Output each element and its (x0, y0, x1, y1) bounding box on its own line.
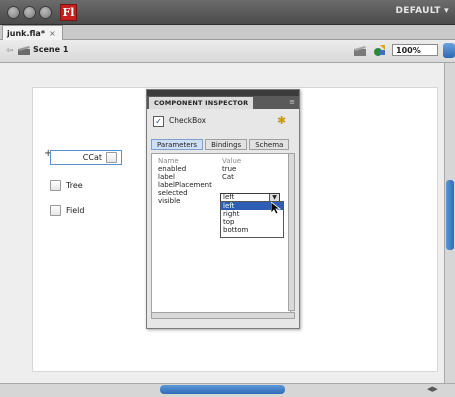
panel-tab-row: COMPONENT INSPECTOR ≡ (147, 96, 299, 109)
panel-title-tab[interactable]: COMPONENT INSPECTOR (149, 97, 254, 109)
edit-scene-icon[interactable] (354, 45, 366, 56)
stage-checkbox[interactable]: Field (50, 205, 84, 216)
inspector-tabs: Parameters Bindings Schema (151, 139, 295, 150)
param-name: labelPlacement (158, 181, 212, 189)
param-name: selected (158, 189, 188, 197)
param-name: visible (158, 197, 181, 205)
checkbox-box (50, 205, 61, 216)
stage-checkbox-label: Field (66, 206, 85, 215)
checkbox-box (50, 180, 61, 191)
param-name: enabled (158, 165, 187, 173)
edit-symbols-icon[interactable] (373, 44, 386, 57)
tab-bindings[interactable]: Bindings (205, 139, 248, 150)
back-arrow-icon[interactable]: ⇦ (6, 46, 14, 56)
minimize-window-button[interactable] (23, 6, 36, 19)
app-logo-icon: Fl (60, 4, 77, 21)
scene-label[interactable]: Scene 1 (33, 45, 68, 54)
stage-checkbox-selected[interactable]: CCat (50, 150, 122, 165)
edit-bar: ⇦ Scene 1 100% (0, 40, 455, 63)
panel-menu-icon[interactable]: ≡ (289, 98, 295, 106)
stage-checkbox-label: Tree (66, 181, 83, 190)
stage-checkbox-label: CCat (82, 153, 102, 162)
clapperboard-icon (18, 46, 30, 55)
option-bottom[interactable]: bottom (221, 226, 283, 234)
tab-schema[interactable]: Schema (249, 139, 290, 150)
zoom-dropdown-button[interactable] (443, 43, 455, 58)
document-tab-strip: junk.fla* × (0, 25, 455, 40)
stage-checkbox[interactable]: Tree (50, 180, 83, 191)
component-icon: ✱ (277, 114, 287, 127)
close-tab-icon[interactable]: × (49, 29, 56, 38)
table-horizontal-scrollbar[interactable] (151, 312, 295, 319)
chevron-down-icon[interactable]: ▼ (269, 194, 279, 201)
horizontal-scroll-thumb[interactable] (160, 385, 285, 394)
param-name: label (158, 173, 175, 181)
vertical-scroll-thumb[interactable] (446, 180, 454, 250)
close-window-button[interactable] (7, 6, 20, 19)
column-header-value: Value (222, 157, 242, 165)
workspace-switcher[interactable]: DEFAULT ▾ (396, 6, 449, 16)
select-value: left (223, 193, 235, 201)
document-tab-label: junk.fla* (7, 28, 46, 38)
document-tab[interactable]: junk.fla* × (2, 25, 63, 40)
column-header-name: Name (158, 157, 179, 165)
option-top[interactable]: top (221, 218, 283, 226)
component-name: CheckBox (169, 116, 207, 125)
zoom-window-button[interactable] (39, 6, 52, 19)
tab-parameters[interactable]: Parameters (151, 139, 204, 150)
scroll-arrows-icon[interactable]: ◀▶ (427, 385, 438, 393)
component-enabled-checkbox[interactable]: ✓ (153, 116, 164, 127)
table-vertical-scrollbar[interactable] (288, 153, 295, 311)
checkbox-box (106, 152, 117, 163)
mouse-pointer-icon (271, 202, 281, 215)
param-value[interactable]: Cat (222, 173, 234, 181)
title-bar: Fl DEFAULT ▾ (0, 0, 455, 25)
param-value[interactable]: true (222, 165, 236, 173)
zoom-input[interactable]: 100% (392, 44, 438, 56)
